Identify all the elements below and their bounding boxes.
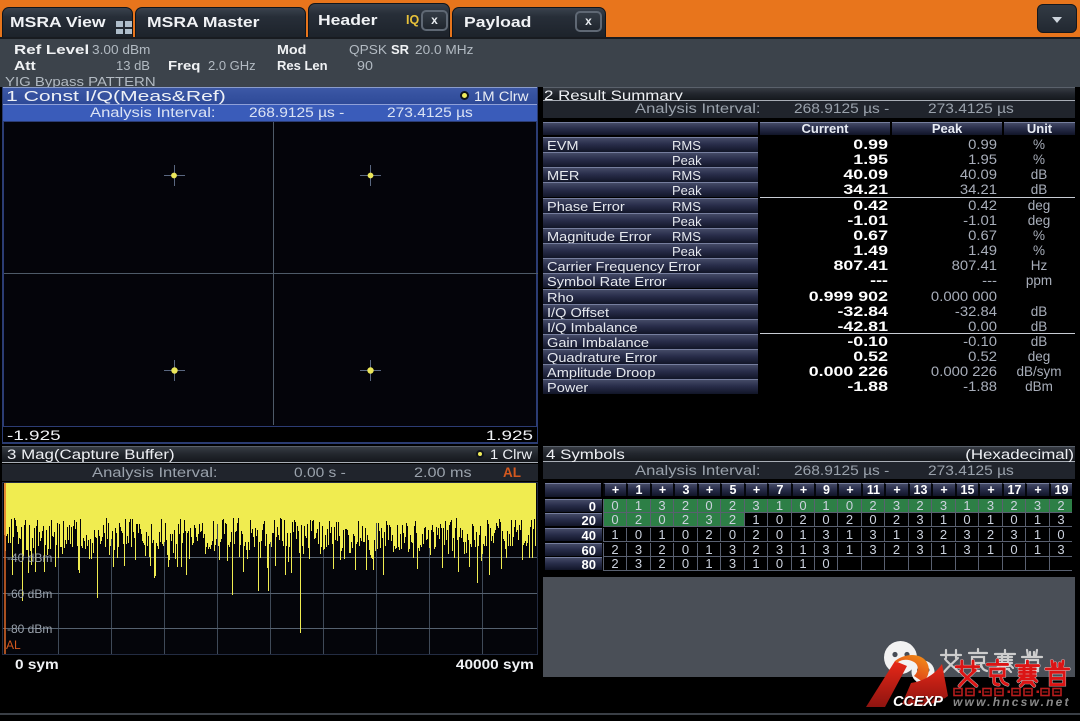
svg-text:-80 dBm: -80 dBm <box>7 622 52 636</box>
svg-text:AL: AL <box>6 638 21 652</box>
svg-text:www.hncsw.net: www.hncsw.net <box>953 695 1071 709</box>
svg-text:-60 dBm: -60 dBm <box>7 587 52 601</box>
svg-text:-40 dBm: -40 dBm <box>7 551 52 565</box>
svg-text:CCEXP: CCEXP <box>893 694 943 710</box>
